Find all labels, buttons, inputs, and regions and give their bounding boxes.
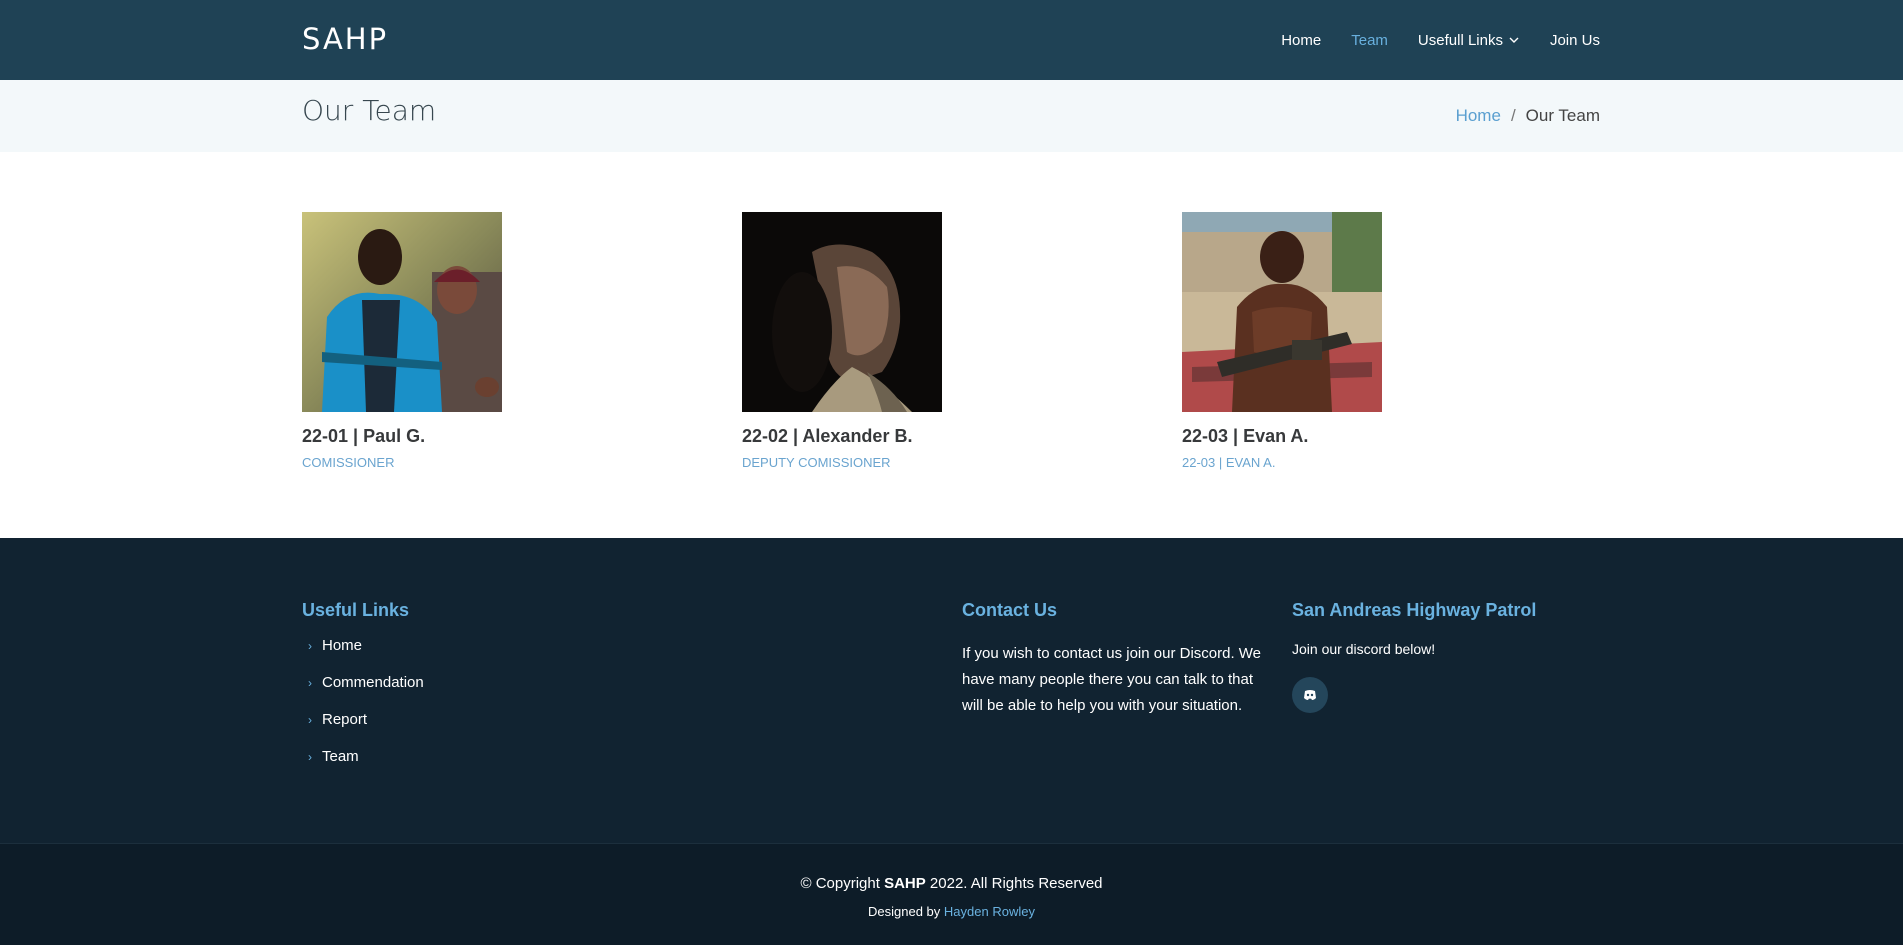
nav-join-us[interactable]: Join Us <box>1550 32 1600 49</box>
footer-useful-links-heading: Useful Links <box>302 600 410 620</box>
credits-text: Designed by Hayden Rowley <box>0 904 1903 919</box>
breadcrumb-separator: / <box>1510 106 1516 125</box>
team-member-card: 22-01 | Paul G. COMISSIONER <box>302 212 622 470</box>
footer-contact-text: If you wish to contact us join our Disco… <box>962 645 1262 714</box>
member-role: DEPUTY COMISSIONER <box>742 455 891 470</box>
chevron-right-icon: › <box>308 638 312 653</box>
member-name: 22-03 | Evan A. <box>1182 426 1309 446</box>
footer-contact: Contact Us If you wish to contact us joi… <box>962 600 1262 719</box>
footer-links-list: › Home › Commendation › Report › Team <box>302 637 424 765</box>
site-logo[interactable]: SAHP <box>302 22 388 56</box>
copyright-brand: SAHP <box>884 875 926 892</box>
nav-join-us-label: Join Us <box>1549 31 1600 49</box>
chevron-right-icon: › <box>308 712 312 727</box>
member-photo <box>302 212 502 412</box>
footer-link-home[interactable]: › Home <box>308 637 424 654</box>
footer-contact-heading: Contact Us <box>962 600 1058 620</box>
team-member-card: 22-03 | Evan A. 22-03 | EVAN A. <box>1182 212 1502 470</box>
nav-team-label: Team <box>1351 31 1388 49</box>
member-photo <box>1182 212 1382 412</box>
copyright-suffix: 2022. All Rights Reserved <box>929 875 1103 892</box>
team-member-card: 22-02 | Alexander B. DEPUTY COMISSIONER <box>742 212 1062 470</box>
nav-home-label: Home <box>1281 31 1322 49</box>
page-title: Our Team <box>302 94 437 127</box>
member-name: 22-01 | Paul G. <box>302 426 426 446</box>
copyright-prefix: © Copyright <box>800 875 880 892</box>
designed-by-label: Designed by <box>868 904 941 919</box>
footer-link-label: Commendation <box>322 674 424 691</box>
nav-team[interactable]: Team <box>1351 32 1388 49</box>
author-link[interactable]: Hayden Rowley <box>944 904 1035 919</box>
breadcrumb-current: Our Team <box>1525 106 1600 125</box>
breadcrumbs-section: Our Team Home / Our Team <box>0 80 1903 152</box>
copyright-text: © Copyright SAHP 2022. All Rights Reserv… <box>0 875 1903 892</box>
member-role: 22-03 | EVAN A. <box>1182 455 1276 470</box>
discord-button[interactable] <box>1292 677 1328 713</box>
member-photo <box>742 212 942 412</box>
footer-link-label: Report <box>322 711 368 728</box>
member-role: COMISSIONER <box>302 455 395 470</box>
footer-link-label: Team <box>322 748 359 765</box>
footer-link-team[interactable]: › Team <box>308 748 424 765</box>
footer-useful-links: Useful Links › Home › Commendation › Report… <box>302 600 424 785</box>
nav-home[interactable]: Home <box>1281 32 1321 49</box>
footer-bottom: © Copyright SAHP 2022. All Rights Reserv… <box>0 843 1903 945</box>
chevron-right-icon: › <box>308 749 312 764</box>
site-footer: Useful Links › Home › Commendation › Report… <box>0 538 1903 843</box>
nav-useful-links-label: Usefull Links <box>1417 31 1503 49</box>
footer-org-heading: San Andreas Highway Patrol <box>1292 600 1537 620</box>
discord-icon <box>1304 690 1316 700</box>
footer-link-report[interactable]: › Report <box>308 711 424 728</box>
footer-org: San Andreas Highway Patrol Join our disc… <box>1292 600 1536 713</box>
chevron-right-icon: › <box>308 675 312 690</box>
site-header: SAHP Home Team Usefull Links Join Us <box>0 0 1903 80</box>
breadcrumb-home-link[interactable]: Home <box>1456 106 1501 126</box>
main-nav: Home Team Usefull Links Join Us <box>1281 0 1600 80</box>
footer-link-label: Home <box>322 637 363 654</box>
member-name: 22-02 | Alexander B. <box>742 426 913 446</box>
footer-org-text: Join our discord below! <box>1292 641 1436 657</box>
chevron-down-icon <box>1509 37 1519 43</box>
footer-link-commendation[interactable]: › Commendation <box>308 674 424 691</box>
nav-useful-links[interactable]: Usefull Links <box>1418 32 1520 49</box>
breadcrumb: Home / Our Team <box>1456 106 1600 126</box>
